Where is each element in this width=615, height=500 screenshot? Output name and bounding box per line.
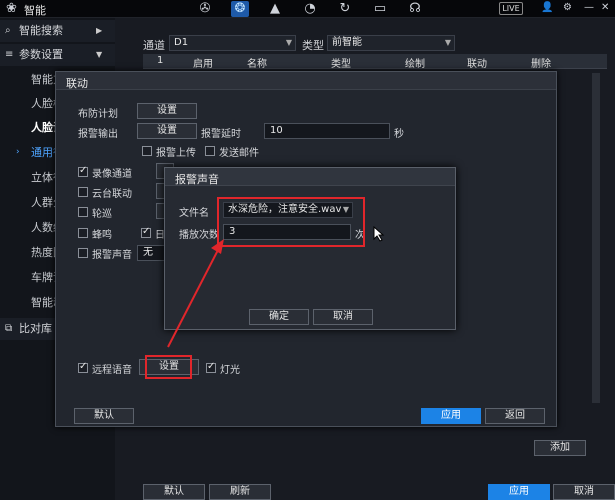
scrollbar[interactable] bbox=[592, 73, 600, 403]
mouse-cursor-icon bbox=[373, 226, 385, 242]
annotation-arrow bbox=[167, 239, 224, 348]
